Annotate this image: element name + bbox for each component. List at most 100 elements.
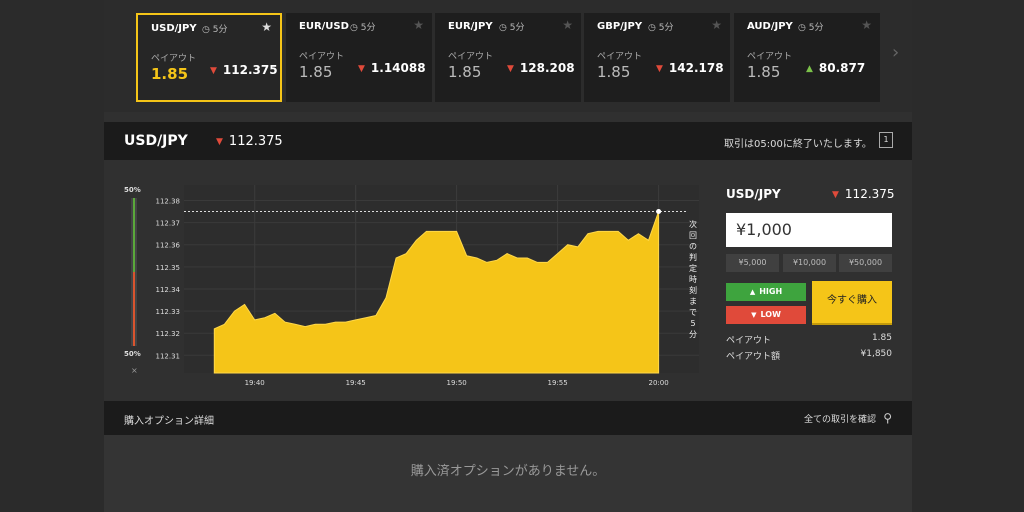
card-payout: 1.85 (448, 63, 482, 81)
preset-5000-button[interactable]: ¥5,000 (726, 254, 779, 272)
card-payout: 1.85 (151, 65, 189, 83)
payout-amount-row: ペイアウト額 ¥1,850 (726, 349, 892, 362)
down-arrow-icon: ▼ (358, 64, 365, 74)
card-rate: ▲ 80.877 (806, 61, 866, 75)
payout-value: 1.85 (871, 333, 892, 343)
expiry-char: 回 (689, 231, 697, 240)
expand-icon[interactable]: 1 (879, 132, 893, 148)
expiry-char: 定 (689, 263, 697, 273)
card-rate: ▼ 112.375 (210, 63, 278, 77)
currency-card-eurusd[interactable]: EUR/USD ◷ 5分 ★ ペイアウト 1.85 ▼ 1.14088 (286, 13, 432, 102)
options-empty-area: 購入済オプションがありません。 (104, 435, 912, 512)
trading-app: USD/JPY ◷ 5分 ★ ペイアウト 1.85 ▼ 112.375 EUR/U… (104, 0, 912, 512)
y-tick-label: 112.38 (156, 197, 181, 205)
card-period: ◷ 5分 (798, 23, 824, 33)
x-tick-label: 19:50 (447, 379, 467, 387)
card-pair: EUR/JPY (448, 21, 493, 32)
trade-rate: ▼ 112.375 (832, 187, 895, 201)
y-tick-label: 112.36 (156, 242, 181, 250)
expiry-char: で (689, 308, 697, 317)
current-point (656, 209, 662, 215)
expiry-char: 刻 (689, 285, 697, 295)
up-arrow-icon: ▲ (749, 288, 756, 296)
currency-cards: USD/JPY ◷ 5分 ★ ペイアウト 1.85 ▼ 112.375 EUR/U… (104, 0, 912, 112)
options-title: 購入オプション詳細 (124, 416, 214, 427)
card-rate: ▼ 1.14088 (358, 61, 426, 75)
star-icon[interactable]: ★ (562, 18, 573, 32)
prob-low-fill (133, 272, 135, 346)
close-icon[interactable]: × (131, 366, 138, 375)
card-rate: ▼ 128.208 (507, 61, 575, 75)
x-tick-label: 19:40 (245, 379, 265, 387)
payout-label: ペイアウト (726, 336, 772, 346)
clock-icon: ◷ (648, 23, 656, 33)
trade-pair: USD/JPY (726, 187, 781, 201)
currency-card-audjpy[interactable]: AUD/JPY ◷ 5分 ★ ペイアウト 1.85 ▲ 80.877 (734, 13, 880, 102)
probability-bar (131, 198, 137, 346)
card-payout-label: ペイアウト (299, 52, 345, 62)
price-chart: 112.31 112.32 112.33 112.34 112.35 112.36 112.… (156, 185, 699, 387)
chevron-right-icon[interactable]: › (892, 42, 899, 63)
clock-icon: ◷ (202, 25, 210, 35)
card-period: ◷ 5分 (202, 25, 228, 35)
currency-card-eurjpy[interactable]: EUR/JPY ◷ 5分 ★ ペイアウト 1.85 ▼ 128.208 (435, 13, 581, 102)
card-pair: USD/JPY (151, 23, 197, 34)
clock-icon: ◷ (350, 23, 358, 33)
high-button[interactable]: ▲ HIGH (726, 283, 806, 301)
star-icon[interactable]: ★ (711, 18, 722, 32)
closing-notice: 取引は05:00に終了いたします。 (724, 139, 872, 150)
preset-10000-button[interactable]: ¥10,000 (783, 254, 836, 272)
x-tick-label: 19:45 (346, 379, 366, 387)
down-arrow-icon: ▼ (656, 64, 663, 74)
card-pair: AUD/JPY (747, 21, 793, 32)
y-tick-label: 112.37 (156, 220, 181, 228)
expiry-char: ま (689, 297, 697, 306)
payout-amount-label: ペイアウト額 (726, 352, 781, 362)
empty-message: 購入済オプションがありません。 (410, 464, 606, 479)
card-pair: EUR/USD (299, 21, 349, 32)
purchase-options-bar: 購入オプション詳細 全ての取引を確認 ⚲ (104, 401, 912, 435)
expiry-char: 5 (690, 319, 695, 328)
clock-icon: ◷ (798, 23, 806, 33)
payout-amount-value: ¥1,850 (860, 349, 893, 359)
down-arrow-icon: ▼ (832, 190, 839, 200)
low-button[interactable]: ▼ LOW (726, 306, 806, 324)
amount-input[interactable]: ¥1,000 (726, 213, 892, 247)
x-tick-label: 20:00 (649, 379, 669, 387)
buy-now-button[interactable]: 今すぐ購入 (812, 281, 892, 325)
card-pair: GBP/JPY (597, 21, 643, 32)
down-arrow-icon: ▼ (216, 137, 223, 147)
card-payout-label: ペイアウト (151, 54, 197, 64)
expiry-char: 判 (689, 252, 697, 262)
card-period: ◷ 5分 (648, 23, 674, 33)
expiry-char: 時 (689, 275, 697, 284)
down-arrow-icon: ▼ (751, 311, 757, 319)
preset-50000-button[interactable]: ¥50,000 (839, 254, 892, 272)
prob-bottom-label: 50% (124, 350, 141, 358)
card-rate: ▼ 142.178 (656, 61, 724, 75)
all-trades-link[interactable]: 全ての取引を確認 (804, 412, 876, 425)
expiry-char: 分 (689, 330, 697, 339)
star-icon[interactable]: ★ (413, 18, 424, 32)
trade-panel: USD/JPY ▼ 112.375 ¥1,000 ¥5,000 ¥10,000 ¥… (722, 180, 902, 380)
prob-top-label: 50% (124, 186, 141, 194)
currency-card-gbpjpy[interactable]: GBP/JPY ◷ 5分 ★ ペイアウト 1.85 ▼ 142.178 (584, 13, 730, 102)
card-payout-label: ペイアウト (747, 52, 793, 62)
x-tick-label: 19:55 (548, 379, 568, 387)
card-payout: 1.85 (747, 63, 781, 81)
card-payout-label: ペイアウト (597, 52, 643, 62)
star-icon[interactable]: ★ (261, 20, 272, 34)
y-tick-label: 112.32 (156, 330, 181, 338)
pair-header: USD/JPY ▼ 112.375 取引は05:00に終了いたします。 1 (104, 122, 912, 160)
star-icon[interactable]: ★ (861, 18, 872, 32)
y-tick-label: 112.34 (156, 286, 181, 294)
header-pair: USD/JPY (124, 133, 188, 149)
card-payout: 1.85 (299, 63, 333, 81)
down-arrow-icon: ▼ (210, 66, 217, 76)
currency-card-usdjpy[interactable]: USD/JPY ◷ 5分 ★ ペイアウト 1.85 ▼ 112.375 (136, 13, 282, 102)
card-payout-label: ペイアウト (448, 52, 494, 62)
prob-high-fill (133, 198, 135, 272)
expiry-char: の (689, 242, 697, 251)
down-arrow-icon: ▼ (507, 64, 514, 74)
search-icon[interactable]: ⚲ (883, 411, 892, 425)
